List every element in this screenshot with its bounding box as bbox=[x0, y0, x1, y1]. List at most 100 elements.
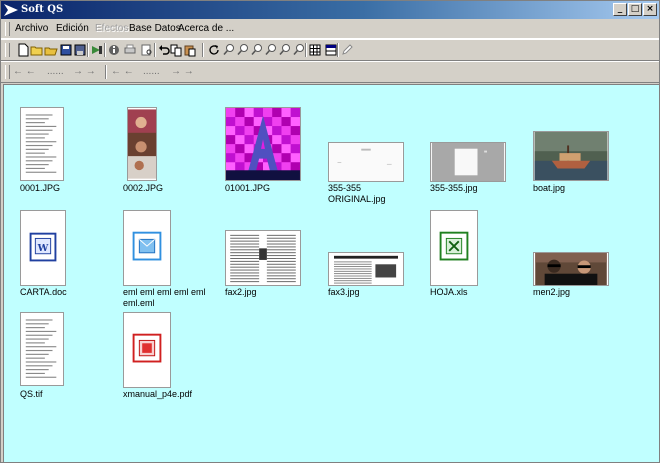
close-button[interactable]: × bbox=[643, 3, 657, 16]
file-name: 0002.JPG bbox=[123, 183, 164, 193]
file-item[interactable]: 0001.JPG bbox=[20, 107, 115, 207]
zoom-5-button[interactable] bbox=[278, 43, 292, 57]
file-thumbnail[interactable] bbox=[225, 230, 301, 286]
file-item[interactable]: men2.jpg bbox=[533, 210, 628, 311]
file-thumbnail[interactable]: W bbox=[20, 210, 66, 286]
edit-button[interactable] bbox=[340, 43, 354, 57]
file-thumbnail[interactable] bbox=[20, 312, 64, 386]
table-button[interactable] bbox=[324, 43, 338, 57]
zoom-5-icon bbox=[279, 44, 290, 56]
main-toolbar bbox=[1, 39, 659, 61]
toolbar-grip bbox=[5, 43, 10, 57]
copy-button[interactable] bbox=[169, 43, 183, 57]
nav-button-0[interactable]: ← ← bbox=[13, 66, 36, 80]
menu-archivo[interactable]: Archivo bbox=[15, 23, 48, 34]
print-icon bbox=[124, 44, 136, 54]
app-window: Soft QS _ □ × Archivo Edición Efectos Ba… bbox=[0, 0, 660, 463]
file-name: xmanual_p4e.pdf bbox=[123, 389, 193, 399]
new-file-icon bbox=[18, 43, 29, 57]
app-logo-icon bbox=[4, 4, 18, 16]
save-button[interactable] bbox=[59, 43, 73, 57]
file-name: 355-355 ORIGINAL.jpg bbox=[328, 183, 386, 204]
file-thumbnail[interactable] bbox=[328, 142, 404, 182]
info-icon bbox=[109, 45, 119, 55]
toolbar-separator bbox=[87, 43, 89, 57]
file-name: fax2.jpg bbox=[225, 287, 257, 297]
zoom-1-button[interactable] bbox=[222, 43, 236, 57]
file-thumbnail[interactable] bbox=[430, 210, 478, 286]
menu-bar: Archivo Edición Efectos Base Datos Acerc… bbox=[1, 20, 659, 39]
print-button[interactable] bbox=[123, 43, 137, 57]
zoom-1-icon bbox=[223, 44, 234, 56]
zoom-3-button[interactable] bbox=[250, 43, 264, 57]
zoom-2-button[interactable] bbox=[236, 43, 250, 57]
file-item[interactable]: fax3.jpg bbox=[328, 210, 423, 311]
file-thumbnail[interactable] bbox=[328, 252, 404, 286]
file-item[interactable]: QS.tif bbox=[20, 312, 115, 413]
scanner-button[interactable] bbox=[90, 43, 104, 57]
rotate-icon bbox=[209, 45, 219, 55]
nav-button-5[interactable]: → → bbox=[171, 66, 194, 80]
nav-button-2[interactable]: → → bbox=[73, 66, 96, 80]
open-icon bbox=[44, 47, 58, 56]
file-name: QS.tif bbox=[20, 389, 43, 399]
minimize-button[interactable]: _ bbox=[613, 3, 627, 16]
file-item[interactable]: 01001.JPG bbox=[225, 107, 320, 207]
file-thumbnail[interactable] bbox=[533, 131, 609, 181]
save-as-button[interactable] bbox=[73, 43, 87, 57]
copy-icon bbox=[170, 44, 182, 57]
file-item[interactable]: boat.jpg bbox=[533, 107, 628, 207]
file-item[interactable]: W CARTA.doc bbox=[20, 210, 115, 311]
info-button[interactable] bbox=[107, 43, 121, 57]
menu-acerca-de[interactable]: Acerca de ... bbox=[178, 23, 234, 34]
file-thumbnail[interactable] bbox=[123, 312, 171, 388]
toolbar-separator bbox=[104, 43, 106, 57]
print-preview-button[interactable] bbox=[140, 43, 154, 57]
file-name: 0001.JPG bbox=[20, 183, 61, 193]
rotate-button[interactable] bbox=[207, 43, 221, 57]
menu-base-datos[interactable]: Base Datos bbox=[129, 23, 181, 34]
open-button[interactable] bbox=[44, 43, 58, 57]
grid-button[interactable] bbox=[308, 43, 322, 57]
file-item[interactable]: HOJA.xls bbox=[430, 210, 525, 311]
file-thumbnail[interactable] bbox=[123, 210, 171, 286]
zoom-6-button[interactable] bbox=[292, 43, 306, 57]
menu-grip bbox=[5, 22, 10, 36]
file-thumbnail[interactable] bbox=[127, 107, 157, 181]
nav-button-1[interactable]: ...... bbox=[47, 66, 64, 80]
navigation-toolbar: ← ←...... → → ← ←...... → → bbox=[1, 61, 659, 83]
scanner-icon bbox=[92, 46, 102, 54]
window-title: Soft QS bbox=[21, 4, 64, 15]
grid-icon bbox=[309, 44, 321, 56]
open-folder-button[interactable] bbox=[30, 43, 44, 57]
file-browser[interactable]: 0001.JPG 0002.JPG 01001.JPG 355-355 ORIGINA… bbox=[3, 84, 659, 462]
file-name: fax3.jpg bbox=[328, 287, 360, 297]
file-item[interactable]: fax2.jpg bbox=[225, 210, 320, 311]
file-item[interactable]: 355-355 ORIGINAL.jpg bbox=[328, 107, 423, 207]
paste-icon bbox=[184, 45, 196, 57]
new-file-button[interactable] bbox=[16, 43, 30, 57]
nav-button-3[interactable]: ← ← bbox=[111, 66, 134, 80]
zoom-4-button[interactable] bbox=[264, 43, 278, 57]
file-thumbnail[interactable] bbox=[533, 252, 609, 286]
zoom-4-icon bbox=[265, 44, 276, 56]
file-item[interactable]: 0002.JPG bbox=[123, 107, 218, 207]
paste-button[interactable] bbox=[183, 43, 197, 57]
open-folder-icon bbox=[30, 46, 43, 56]
file-thumbnail[interactable] bbox=[20, 107, 64, 181]
menu-edicion[interactable]: Edición bbox=[56, 23, 89, 34]
file-item[interactable]: xmanual_p4e.pdf bbox=[123, 312, 218, 413]
file-name: eml eml eml eml eml eml.eml bbox=[123, 287, 206, 308]
file-thumbnail[interactable] bbox=[430, 142, 506, 182]
title-bar[interactable]: Soft QS _ □ × bbox=[1, 1, 659, 19]
file-item[interactable]: 355-355.jpg bbox=[430, 107, 525, 207]
toolbar-separator bbox=[154, 43, 156, 57]
toolbar-separator bbox=[202, 43, 204, 57]
zoom-2-icon bbox=[237, 44, 248, 56]
nav-button-4[interactable]: ...... bbox=[143, 66, 160, 80]
save-icon bbox=[60, 44, 72, 56]
file-item[interactable]: eml eml eml eml eml eml.eml bbox=[123, 210, 218, 311]
maximize-button[interactable]: □ bbox=[628, 3, 642, 16]
file-thumbnail[interactable] bbox=[225, 107, 301, 181]
edit-icon bbox=[342, 44, 353, 55]
